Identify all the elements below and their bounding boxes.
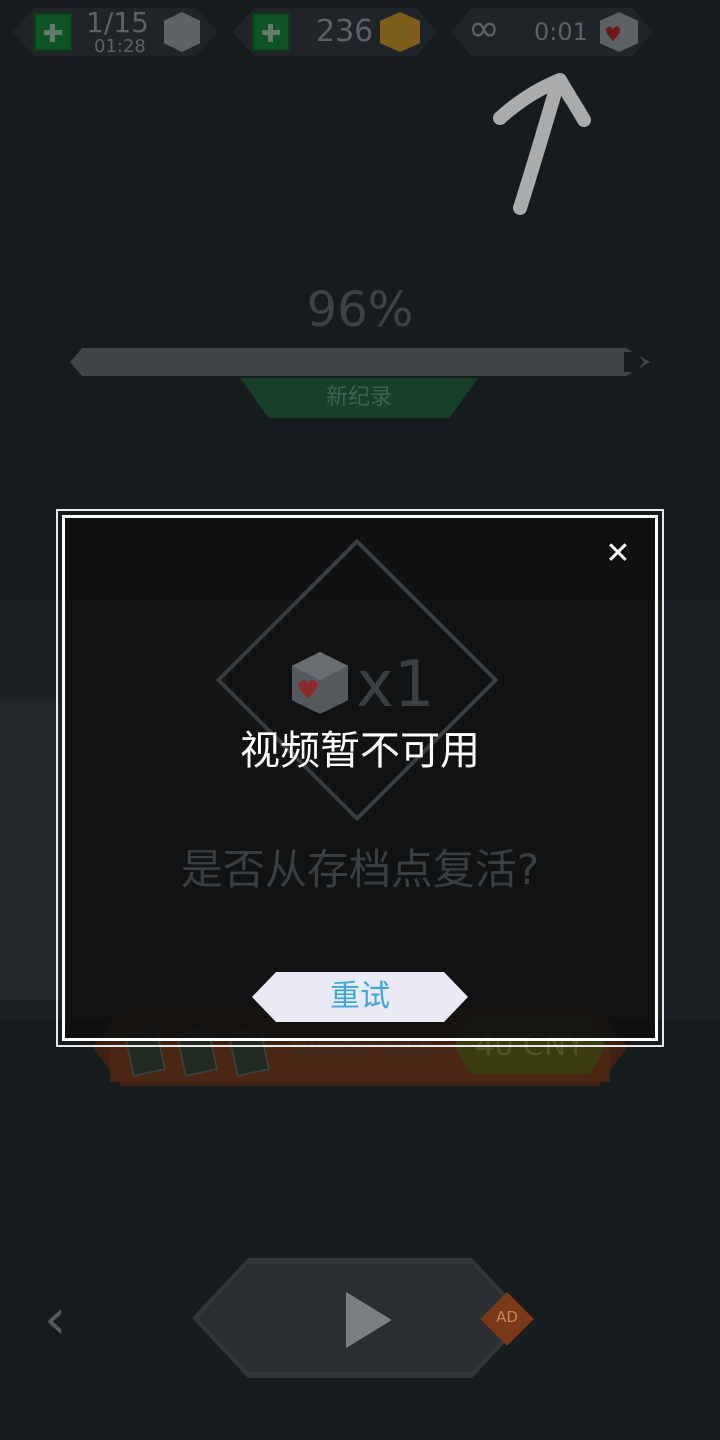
- close-icon[interactable]: ✕: [602, 538, 634, 570]
- reward-multiplier: x1: [356, 648, 435, 722]
- video-unavailable-message: 视频暂不可用: [240, 728, 480, 774]
- revive-question: 是否从存档点复活?: [180, 845, 540, 894]
- retry-button[interactable]: 重试: [252, 972, 468, 1022]
- ad-badge-label: AD: [496, 1308, 518, 1326]
- play-icon: [346, 1292, 392, 1348]
- back-chevron-icon[interactable]: ‹: [44, 1292, 80, 1348]
- heart-icon: ♥: [296, 676, 320, 706]
